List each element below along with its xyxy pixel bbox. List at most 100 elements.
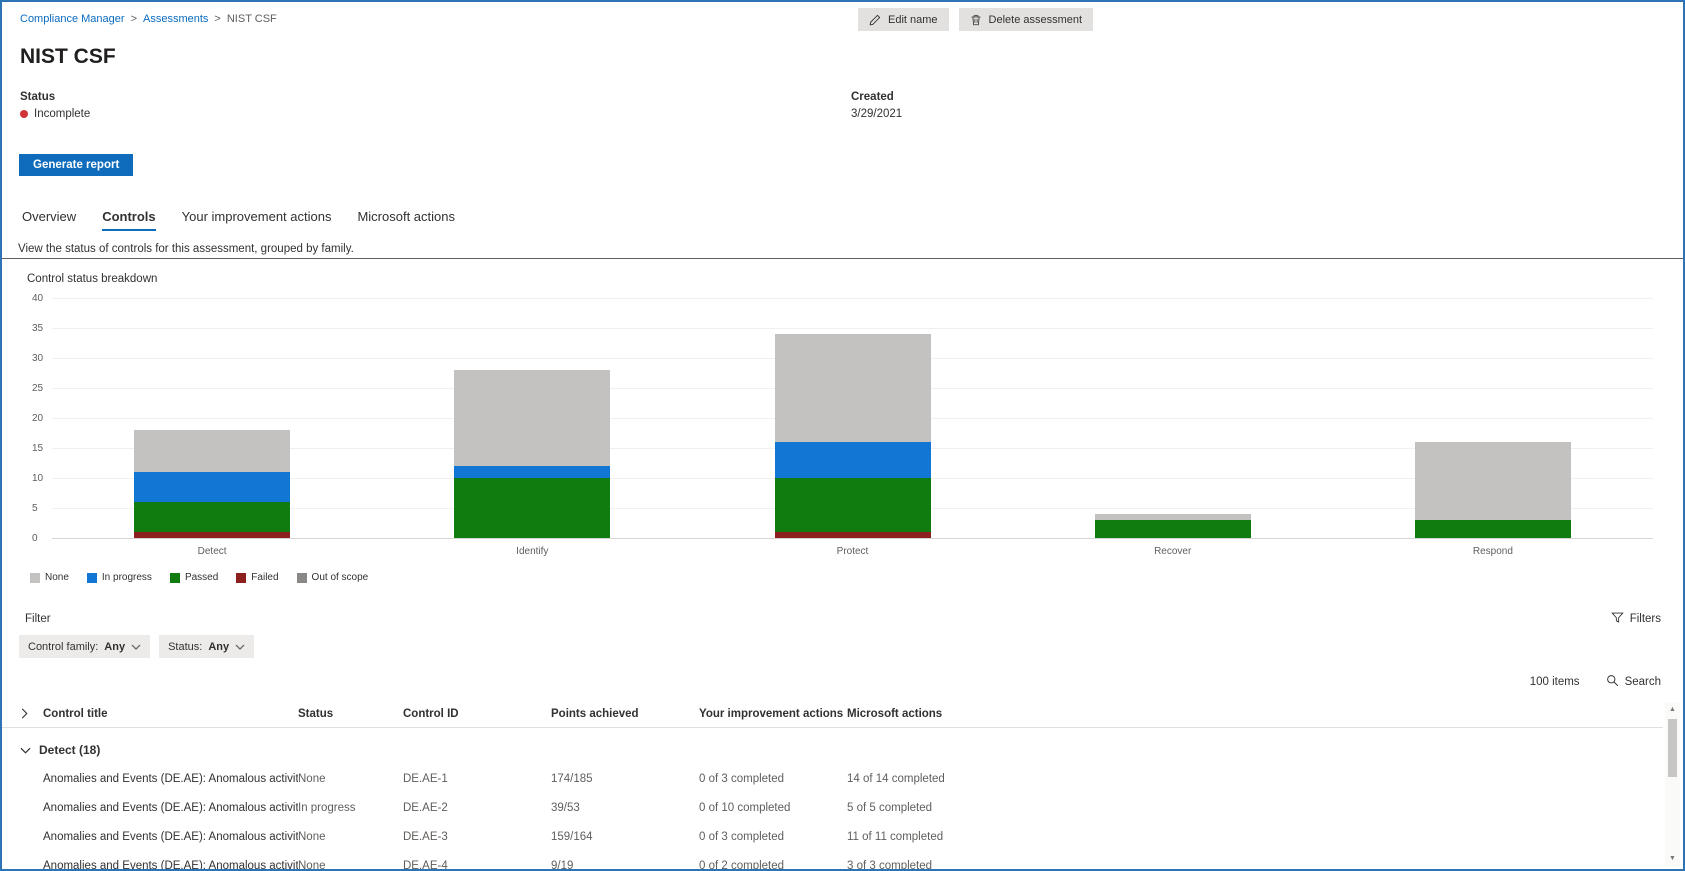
status-cell: None bbox=[298, 860, 403, 871]
legend-item-in-progress: In progress bbox=[87, 572, 152, 583]
bar-segment-in-progress[interactable] bbox=[775, 442, 931, 478]
bar-segment-passed[interactable] bbox=[1415, 520, 1571, 538]
legend-label: Out of scope bbox=[312, 572, 369, 583]
tab-your-improvement-actions[interactable]: Your improvement actions bbox=[182, 209, 332, 231]
control-family-filter-label: Control family: bbox=[28, 641, 98, 653]
column-header-points-achieved[interactable]: Points achieved bbox=[551, 708, 699, 720]
items-count: 100 items bbox=[1530, 676, 1580, 688]
control-title-cell[interactable]: Anomalies and Events (DE.AE): Anomalous … bbox=[43, 773, 298, 785]
delete-assessment-label: Delete assessment bbox=[989, 14, 1083, 26]
bar-segment-passed[interactable] bbox=[1095, 520, 1251, 538]
bar-segment-none[interactable] bbox=[1415, 442, 1571, 520]
section-divider bbox=[2, 258, 1683, 259]
filters-button[interactable]: Filters bbox=[1611, 611, 1661, 627]
microsoft-actions-cell: 11 of 11 completed bbox=[847, 831, 1663, 843]
bar-segment-none[interactable] bbox=[775, 334, 931, 442]
control-id-cell: DE.AE-4 bbox=[403, 860, 551, 871]
status-block: Status Incomplete bbox=[20, 91, 90, 120]
table-row[interactable]: Anomalies and Events (DE.AE): Anomalous … bbox=[2, 764, 1663, 793]
filter-section-label: Filter bbox=[25, 613, 51, 625]
funnel-icon bbox=[1611, 611, 1624, 627]
points-achieved-cell: 39/53 bbox=[551, 802, 699, 814]
bar-recover[interactable] bbox=[1095, 514, 1251, 538]
bar-segment-passed[interactable] bbox=[775, 478, 931, 532]
table-row[interactable]: Anomalies and Events (DE.AE): Anomalous … bbox=[2, 793, 1663, 822]
edit-name-button[interactable]: Edit name bbox=[858, 8, 949, 31]
column-header-control-title[interactable]: Control title bbox=[43, 708, 298, 720]
generate-report-button[interactable]: Generate report bbox=[19, 154, 133, 176]
bar-segment-failed[interactable] bbox=[134, 532, 290, 538]
bar-identify[interactable] bbox=[454, 370, 610, 538]
expand-all-chevron-icon[interactable] bbox=[20, 708, 43, 719]
y-tick-label: 20 bbox=[32, 413, 54, 424]
legend-label: In progress bbox=[102, 572, 152, 583]
y-tick-label: 10 bbox=[32, 473, 54, 484]
control-title-cell[interactable]: Anomalies and Events (DE.AE): Anomalous … bbox=[43, 802, 298, 814]
bar-detect[interactable] bbox=[134, 430, 290, 538]
bar-protect[interactable] bbox=[775, 334, 931, 538]
bar-respond[interactable] bbox=[1415, 442, 1571, 538]
bar-slot-respond bbox=[1333, 442, 1653, 538]
y-tick-label: 15 bbox=[32, 443, 54, 454]
legend-swatch bbox=[236, 573, 246, 583]
column-header-control-id[interactable]: Control ID bbox=[403, 708, 551, 720]
bar-segment-in-progress[interactable] bbox=[134, 472, 290, 502]
scroll-up-arrow[interactable]: ▲ bbox=[1665, 702, 1680, 717]
page-title: NIST CSF bbox=[20, 45, 116, 69]
your-improvement-actions-cell: 0 of 3 completed bbox=[699, 773, 847, 785]
group-row-detect[interactable]: Detect (18) bbox=[2, 736, 1663, 764]
trash-icon bbox=[970, 14, 982, 26]
chart-legend: NoneIn progressPassedFailedOut of scope bbox=[30, 572, 368, 583]
chart-plot bbox=[52, 298, 1653, 538]
bar-segment-failed[interactable] bbox=[775, 532, 931, 538]
status-cell: None bbox=[298, 773, 403, 785]
header-actions: Edit name Delete assessment bbox=[858, 8, 1093, 31]
scroll-down-arrow[interactable]: ▼ bbox=[1665, 851, 1680, 866]
status-filter-value: Any bbox=[208, 641, 229, 653]
control-family-filter-dropdown[interactable]: Control family: Any bbox=[19, 635, 150, 658]
table-header: Control title Status Control ID Points a… bbox=[2, 700, 1663, 728]
x-category-label: Recover bbox=[1013, 546, 1333, 557]
y-tick-label: 40 bbox=[32, 293, 54, 304]
legend-label: Failed bbox=[251, 572, 278, 583]
status-value: Incomplete bbox=[34, 108, 90, 120]
breadcrumb-current: NIST CSF bbox=[227, 13, 277, 25]
column-header-your-improvement-actions[interactable]: Your improvement actions bbox=[699, 708, 847, 720]
status-filter-dropdown[interactable]: Status: Any bbox=[159, 635, 254, 658]
column-header-status[interactable]: Status bbox=[298, 708, 403, 720]
table-toolbar: 100 items Search bbox=[1530, 674, 1661, 690]
table-row[interactable]: Anomalies and Events (DE.AE): Anomalous … bbox=[2, 822, 1663, 851]
bar-segment-none[interactable] bbox=[134, 430, 290, 472]
x-category-label: Respond bbox=[1333, 546, 1653, 557]
y-tick-label: 30 bbox=[32, 353, 54, 364]
bar-segment-in-progress[interactable] bbox=[454, 466, 610, 478]
tab-microsoft-actions[interactable]: Microsoft actions bbox=[357, 209, 455, 231]
breadcrumb-compliance-manager[interactable]: Compliance Manager bbox=[20, 13, 125, 25]
search-button[interactable]: Search bbox=[1606, 674, 1661, 690]
y-tick-label: 35 bbox=[32, 323, 54, 334]
points-achieved-cell: 9/19 bbox=[551, 860, 699, 871]
table-row[interactable]: Anomalies and Events (DE.AE): Anomalous … bbox=[2, 851, 1663, 871]
control-title-cell[interactable]: Anomalies and Events (DE.AE): Anomalous … bbox=[43, 831, 298, 843]
breadcrumb: Compliance Manager > Assessments > NIST … bbox=[20, 13, 277, 25]
column-header-microsoft-actions[interactable]: Microsoft actions bbox=[847, 708, 1663, 720]
breadcrumb-assessments[interactable]: Assessments bbox=[143, 13, 208, 25]
legend-label: Passed bbox=[185, 572, 218, 583]
bar-segment-none[interactable] bbox=[454, 370, 610, 466]
legend-item-passed: Passed bbox=[170, 572, 218, 583]
bar-segment-passed[interactable] bbox=[454, 478, 610, 538]
tab-overview[interactable]: Overview bbox=[22, 209, 76, 231]
created-value: 3/29/2021 bbox=[851, 108, 902, 120]
scrollbar-thumb[interactable] bbox=[1668, 719, 1677, 777]
control-family-filter-value: Any bbox=[104, 641, 125, 653]
bar-segment-passed[interactable] bbox=[134, 502, 290, 532]
your-improvement-actions-cell: 0 of 3 completed bbox=[699, 831, 847, 843]
delete-assessment-button[interactable]: Delete assessment bbox=[959, 8, 1094, 31]
control-title-cell[interactable]: Anomalies and Events (DE.AE): Anomalous … bbox=[43, 860, 298, 871]
tab-controls[interactable]: Controls bbox=[102, 209, 155, 231]
vertical-scrollbar[interactable]: ▲ ▼ bbox=[1665, 702, 1680, 866]
y-tick-label: 0 bbox=[32, 533, 54, 544]
tab-bar: Overview Controls Your improvement actio… bbox=[22, 209, 455, 231]
legend-item-failed: Failed bbox=[236, 572, 278, 583]
your-improvement-actions-cell: 0 of 10 completed bbox=[699, 802, 847, 814]
